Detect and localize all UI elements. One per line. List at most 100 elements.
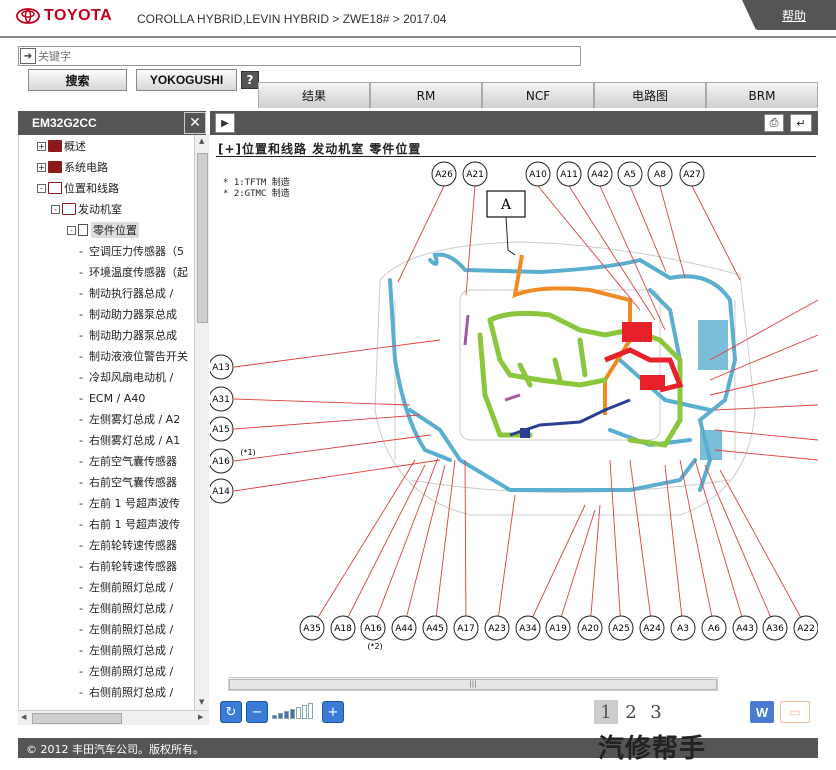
diagram-toolbar: ↻ − + 1 2 3 W ▭	[210, 693, 818, 727]
navigation-tree: + 概述 + 系统电路 - 位置和线路 - 发动机室 - 零件位置 - 空调压力传感器（5 …	[18, 135, 194, 710]
list-item[interactable]: - 左前 1 号超声波传	[79, 493, 180, 513]
diagram-horizontal-scrollbar[interactable]: |||	[228, 677, 718, 691]
harness-red-block	[622, 322, 652, 342]
zoom-bar	[272, 715, 277, 719]
search-help-button[interactable]: ?	[241, 71, 259, 89]
print-icon[interactable]: ⎙	[764, 114, 784, 132]
zoom-bar	[296, 707, 301, 719]
tree-item-system-circuit[interactable]: + 系统电路	[37, 157, 108, 177]
page-3-button[interactable]: 3	[644, 700, 668, 724]
connector-block	[520, 428, 530, 438]
list-item[interactable]: - 左侧前照灯总成 /	[79, 661, 173, 681]
refresh-icon[interactable]: ↻	[220, 701, 242, 723]
callout-label: A5	[624, 170, 636, 180]
tree-item-label: 右侧雾灯总成 / A1	[88, 434, 181, 447]
note-line: * 1:TFTM 制造	[223, 178, 290, 188]
zoom-level-indicator[interactable]	[272, 703, 313, 719]
zoom-out-icon[interactable]: −	[246, 701, 268, 723]
tab-wiring-diagram[interactable]: 电路图	[594, 82, 706, 108]
list-item[interactable]: - 右前轮转速传感器	[79, 556, 177, 576]
callout-label: A21	[466, 170, 484, 180]
scrollbar-thumb[interactable]: |||	[229, 679, 717, 690]
list-item[interactable]: - 左侧雾灯总成 / A2	[79, 409, 180, 429]
comment-icon[interactable]: ▭	[780, 701, 810, 723]
list-item[interactable]: - 左侧前照灯总成 /	[79, 598, 173, 618]
tree-item-engine-room[interactable]: - 发动机室	[51, 199, 122, 219]
tab-brm[interactable]: BRM	[706, 82, 818, 108]
tab-ncf[interactable]: NCF	[482, 82, 594, 108]
tree-item-label: 左侧前照灯总成 /	[88, 623, 174, 636]
page-1-button[interactable]: 1	[594, 700, 618, 724]
expand-icon[interactable]: +	[37, 141, 46, 151]
tree-item-label: 右前 1 号超声波传	[88, 518, 180, 531]
expand-icon[interactable]: +	[37, 162, 46, 172]
tree-vertical-scrollbar[interactable]: ▲ ▼	[194, 135, 209, 710]
tree-horizontal-scrollbar[interactable]: ◀ ▶	[18, 710, 209, 725]
callout-label: A10	[529, 170, 547, 180]
callout-label: A16	[212, 457, 230, 467]
expand-arrow-icon[interactable]: ▶	[215, 113, 235, 133]
tab-results[interactable]: 结果	[258, 82, 370, 108]
search-button[interactable]: 搜索	[28, 69, 127, 91]
list-item[interactable]: - 左侧前照灯总成 /	[79, 577, 173, 597]
collapse-icon[interactable]: -	[37, 183, 46, 193]
callout-box-a-leader	[505, 216, 516, 256]
callout-box-a-label: A	[500, 197, 512, 213]
list-item[interactable]: - 左前轮转速传感器	[79, 535, 177, 555]
collapse-icon[interactable]: -	[67, 225, 76, 235]
zoom-in-icon[interactable]: +	[322, 701, 344, 723]
close-icon[interactable]: ✕	[184, 112, 206, 134]
list-item[interactable]: - 右前空气囊传感器	[79, 472, 177, 492]
yokogushi-button[interactable]: YOKOGUSHI	[136, 69, 237, 91]
callout-label: A16	[364, 624, 382, 634]
word-export-button[interactable]: W	[750, 701, 774, 723]
callout-label: A45	[426, 624, 444, 634]
scrollbar-thumb[interactable]	[197, 153, 208, 323]
book-icon	[48, 140, 62, 152]
list-item[interactable]: - 右侧雾灯总成 / A1	[79, 430, 180, 450]
tree-item-overview[interactable]: + 概述	[37, 136, 86, 156]
zoom-bar	[284, 711, 289, 719]
list-item[interactable]: - 制动液液位警告开关	[79, 346, 188, 366]
search-input[interactable]	[36, 47, 576, 65]
scroll-left-icon[interactable]: ◀	[21, 713, 26, 721]
list-item[interactable]: - 冷却风扇电动机 /	[79, 367, 173, 387]
list-item[interactable]: - 环境温度传感器（起	[79, 262, 188, 282]
scrollbar-thumb[interactable]	[32, 713, 122, 724]
toyota-emblem-icon	[16, 8, 40, 24]
search-arrow-icon[interactable]: ➔	[20, 48, 36, 64]
list-item[interactable]: - ECM / A40	[79, 388, 145, 408]
list-item[interactable]: - 制动助力器泵总成	[79, 325, 177, 345]
tab-rm[interactable]: RM	[370, 82, 482, 108]
scroll-up-icon[interactable]: ▲	[199, 137, 204, 145]
list-item[interactable]: - 左前空气囊传感器	[79, 451, 177, 471]
copyright-text: © 2012 丰田汽车公司。版权所有。	[26, 743, 204, 756]
tree-item-location-routing[interactable]: - 位置和线路	[37, 178, 119, 198]
list-item[interactable]: - 空调压力传感器（5	[79, 241, 184, 261]
wiring-diagram[interactable]: A A26 A21 A10 A11 A42 A5 A8 A27 A13 A31 …	[210, 160, 818, 674]
scroll-right-icon[interactable]: ▶	[198, 713, 203, 721]
help-label[interactable]: 帮助	[782, 7, 806, 24]
callout-label: A24	[643, 624, 661, 634]
callout-label: A31	[212, 395, 230, 405]
zoom-bar	[302, 705, 307, 719]
page-2-button[interactable]: 2	[619, 700, 643, 724]
open-book-icon	[62, 203, 76, 215]
list-item[interactable]: - 右侧前照灯总成 /	[79, 682, 173, 702]
tree-item-label: 制动液液位警告开关	[88, 350, 188, 363]
scroll-down-icon[interactable]: ▼	[199, 698, 204, 706]
tree-item-parts-location[interactable]: - 零件位置	[67, 220, 139, 240]
list-item[interactable]: - 右前 1 号超声波传	[79, 514, 180, 534]
collapse-icon[interactable]: -	[51, 204, 60, 214]
help-link[interactable]: 帮助	[742, 0, 836, 30]
list-item[interactable]: - 左侧前照灯总成 /	[79, 640, 173, 660]
callout-label: A23	[488, 624, 506, 634]
harness-blue-block	[700, 430, 722, 460]
list-item[interactable]: - 制动助力器泵总成	[79, 304, 177, 324]
return-icon[interactable]: ↵	[790, 114, 812, 132]
list-item[interactable]: - 制动执行器总成 /	[79, 283, 173, 303]
callout-note: (*1)	[240, 448, 255, 457]
tree-item-label: 制动执行器总成 /	[88, 287, 174, 300]
callout-label: A13	[212, 363, 230, 373]
list-item[interactable]: - 左侧前照灯总成 /	[79, 619, 173, 639]
